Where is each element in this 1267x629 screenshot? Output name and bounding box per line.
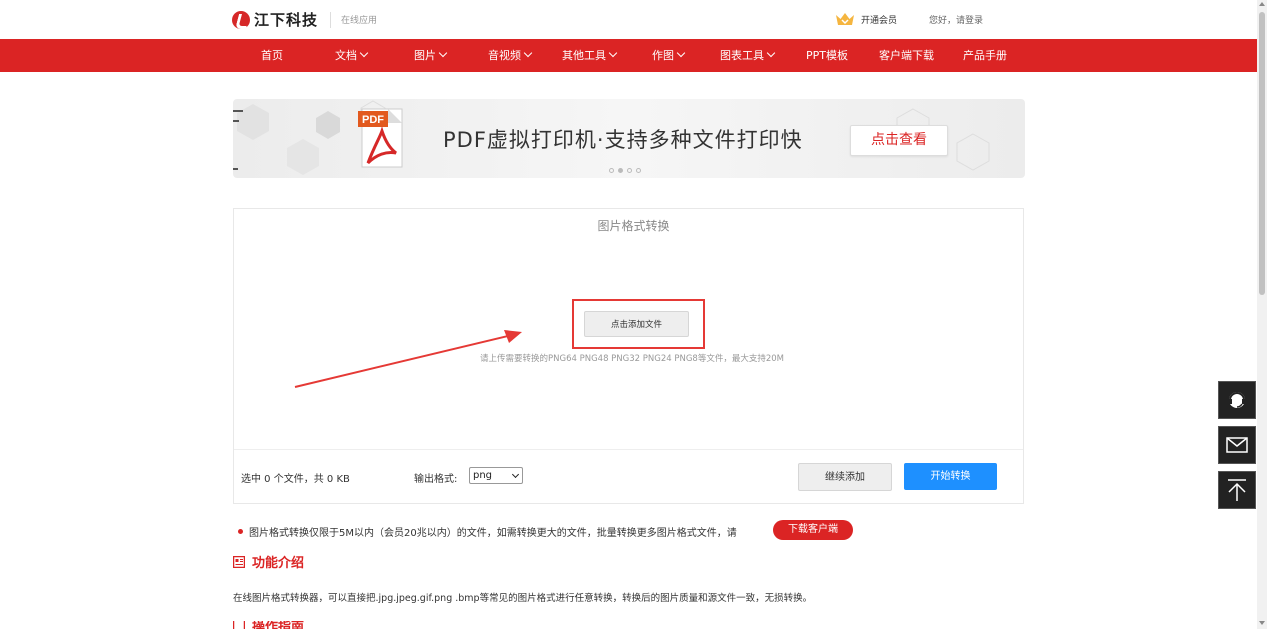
carousel-dot[interactable]	[609, 168, 614, 173]
nav-item-chart-tools[interactable]: 图表工具	[720, 39, 776, 72]
arrow-up-icon	[1228, 479, 1246, 501]
message-button[interactable]	[1218, 426, 1256, 464]
bullet-icon	[238, 529, 243, 534]
size-limit-text: 图片格式转换仅限于5M以内（会员20兆以内）的文件，如需转换更大的文件，批量转换…	[249, 528, 737, 539]
nav-item-label: 文档	[335, 49, 357, 62]
member-label: 开通会员	[861, 15, 898, 26]
crown-icon	[836, 13, 854, 25]
headset-icon	[1229, 392, 1245, 408]
output-format-value: png	[473, 470, 493, 481]
guide-title: 操作指南	[252, 621, 305, 629]
nav-item-manual[interactable]: 产品手册	[963, 39, 1007, 72]
nav-item-label: 客户端下载	[879, 49, 934, 62]
pdf-icon-label: PDF	[362, 114, 384, 126]
nav-item-label: 音视频	[488, 49, 521, 62]
chevron-down-icon	[676, 48, 686, 58]
scrollbar-thumb[interactable]	[1259, 12, 1265, 295]
customer-service-button[interactable]	[1218, 381, 1256, 419]
brand-separator	[330, 11, 332, 28]
carousel-dot-active[interactable]	[618, 168, 623, 173]
chevron-down-icon	[523, 48, 533, 58]
converter-title: 图片格式转换	[597, 219, 670, 233]
output-format-label: 输出格式:	[414, 474, 458, 485]
size-limit-notice: 图片格式转换仅限于5M以内（会员20兆以内）的文件，如需转换更大的文件，批量转换…	[238, 524, 737, 539]
carousel-dots	[609, 168, 641, 173]
chevron-down-icon	[359, 48, 369, 58]
banner-title: PDF虚拟打印机·支持多种文件打印快	[443, 128, 803, 152]
nav-item-label: 产品手册	[963, 49, 1007, 62]
upload-hint: 请上传需要转换的PNG64 PNG48 PNG32 PNG24 PNG8等文件，…	[480, 354, 784, 364]
feature-intro-text: 在线图片格式转换器，可以直接把.jpg.jpeg.gif.png .bmp等常见…	[233, 593, 813, 604]
chevron-down-icon	[438, 48, 448, 58]
side-toolbar	[1218, 381, 1256, 516]
nav-item-draw[interactable]: 作图	[652, 39, 686, 72]
download-client-button[interactable]: 下载客户端	[773, 520, 853, 540]
nav-item-media[interactable]: 音视频	[488, 39, 533, 72]
continue-add-button[interactable]: 继续添加	[798, 463, 892, 491]
nav-item-label: 图片	[414, 49, 436, 62]
brand-logo-icon	[232, 10, 250, 29]
scroll-up-arrow-icon[interactable]	[1259, 2, 1265, 6]
carousel-dot[interactable]	[636, 168, 641, 173]
carousel-dot[interactable]	[627, 168, 632, 173]
top-bar	[0, 0, 1257, 39]
chevron-down-icon	[608, 48, 618, 58]
brand-subtitle: 在线应用	[341, 16, 378, 26]
panel-divider	[234, 449, 1023, 450]
chevron-down-icon	[766, 48, 776, 58]
nav-item-label: 其他工具	[562, 49, 606, 62]
back-to-top-button[interactable]	[1218, 471, 1256, 509]
nav-item-client-download[interactable]: 客户端下载	[879, 39, 934, 72]
pdf-icon: PDF	[358, 108, 403, 168]
chevron-down-icon	[511, 470, 520, 479]
login-link[interactable]: 您好，请登录	[929, 13, 983, 26]
start-convert-button[interactable]: 开始转换	[904, 463, 997, 490]
member-link[interactable]: 开通会员	[835, 12, 897, 26]
selected-files-info: 选中 0 个文件，共 0 KB	[241, 474, 350, 485]
feature-intro-heading: 功能介绍	[233, 552, 304, 571]
banner-view-button[interactable]: 点击查看	[850, 125, 948, 156]
nav-item-other-tools[interactable]: 其他工具	[562, 39, 618, 72]
scroll-down-arrow-icon[interactable]	[1259, 621, 1265, 625]
main-nav: 首页 文档 图片 音视频 其他工具 作图 图表工具 PPT模板 客户端下载 产品…	[0, 39, 1257, 72]
nav-item-docs[interactable]: 文档	[335, 39, 369, 72]
output-format-select[interactable]: png	[469, 467, 523, 484]
nav-item-label: PPT模板	[806, 49, 848, 62]
brand-name: 江下科技	[254, 11, 319, 29]
nav-item-label: 首页	[261, 49, 283, 62]
document-icon	[233, 555, 245, 568]
nav-item-label: 图表工具	[720, 49, 764, 62]
mail-icon	[1226, 437, 1248, 453]
add-file-button[interactable]: 点击添加文件	[584, 311, 689, 337]
nav-item-label: 作图	[652, 49, 674, 62]
nav-item-images[interactable]: 图片	[414, 39, 448, 72]
guide-icon	[233, 621, 245, 629]
feature-intro-title: 功能介绍	[252, 556, 305, 571]
nav-item-ppt[interactable]: PPT模板	[806, 39, 848, 72]
guide-heading: 操作指南	[233, 621, 304, 629]
nav-item-home[interactable]: 首页	[261, 39, 283, 72]
brand-logo[interactable]: 江下科技 在线应用	[232, 9, 377, 30]
